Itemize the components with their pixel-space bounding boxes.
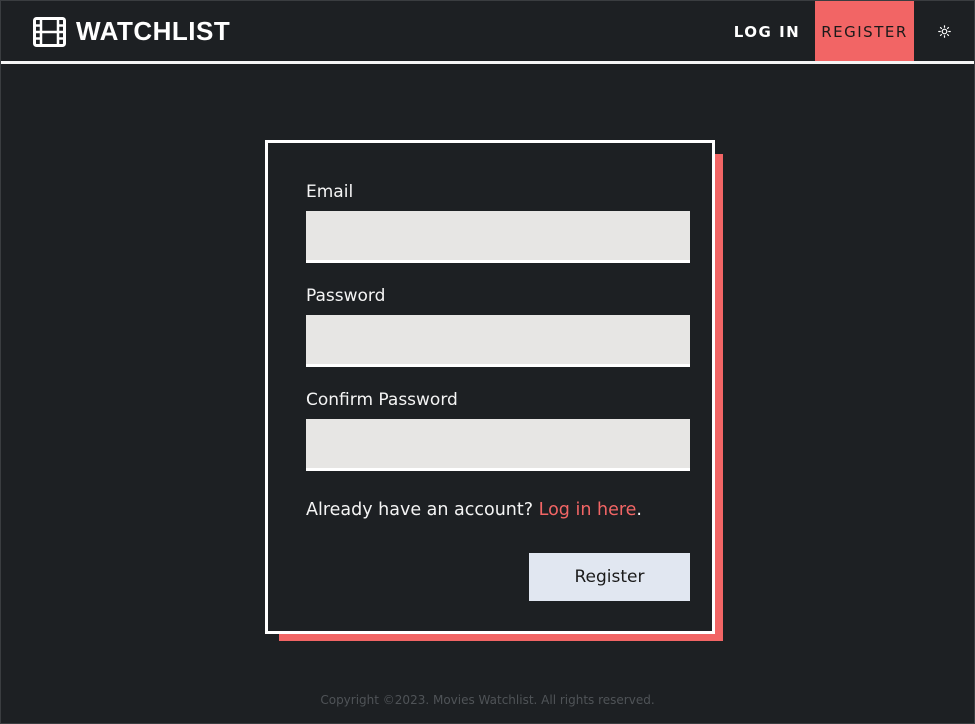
email-group: Email <box>306 181 690 263</box>
footer-copyright: Copyright ©2023. Movies Watchlist. All r… <box>320 693 655 707</box>
film-strip-icon <box>33 16 66 47</box>
login-prompt-suffix: . <box>636 500 642 520</box>
register-form: Email Password Confirm Password Already … <box>265 140 715 634</box>
login-prompt-text: Already have an account? <box>306 500 534 520</box>
header-divider <box>1 61 974 64</box>
sun-icon <box>937 25 951 38</box>
password-group: Password <box>306 285 690 367</box>
brand-title: WATCHLIST <box>76 16 231 46</box>
theme-toggle-button[interactable] <box>914 1 974 62</box>
app-window: WATCHLIST LOG IN REGISTER Email Password… <box>0 0 975 724</box>
email-field[interactable] <box>306 211 690 263</box>
login-prompt: Already have an account? Log in here. <box>306 499 689 521</box>
brand[interactable]: WATCHLIST <box>1 1 230 62</box>
password-label: Password <box>306 286 386 306</box>
password-field[interactable] <box>306 315 690 367</box>
site-header: WATCHLIST LOG IN REGISTER <box>1 1 974 62</box>
register-button[interactable]: Register <box>529 553 690 601</box>
confirm-password-field[interactable] <box>306 419 690 471</box>
nav-register-link[interactable]: REGISTER <box>815 1 914 62</box>
email-label: Email <box>306 182 354 202</box>
nav-login-link[interactable]: LOG IN <box>719 1 815 62</box>
main-nav: LOG IN REGISTER <box>719 1 974 62</box>
confirm-password-group: Confirm Password <box>306 389 690 471</box>
form-actions: Register <box>306 553 690 601</box>
confirm-password-label: Confirm Password <box>306 390 458 410</box>
login-here-link[interactable]: Log in here <box>539 500 637 520</box>
